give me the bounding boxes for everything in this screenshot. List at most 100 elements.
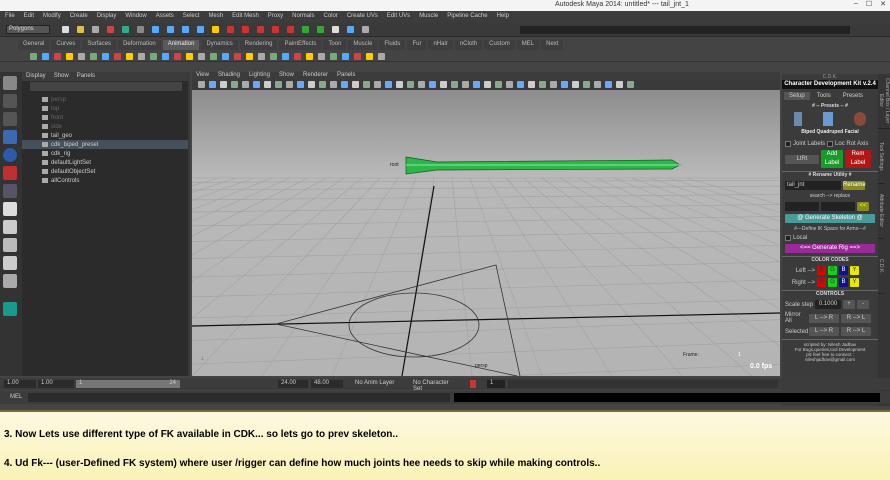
status-tool-icon[interactable] — [92, 26, 99, 33]
menu-normals[interactable]: Normals — [292, 13, 314, 21]
viewport-tool-icon[interactable] — [451, 81, 458, 88]
shelf-button-icon[interactable] — [150, 53, 157, 60]
shelf-button-icon[interactable] — [114, 53, 121, 60]
viewport-tool-icon[interactable] — [429, 81, 436, 88]
status-tool-icon[interactable] — [167, 26, 174, 33]
shelf-button-icon[interactable] — [294, 53, 301, 60]
menu-help[interactable]: Help — [497, 13, 509, 21]
quick-select-field[interactable] — [520, 26, 850, 34]
four-layout-icon[interactable] — [3, 220, 17, 234]
mirror-selected-l-to-r[interactable]: L --> R — [809, 327, 839, 336]
notepad-overlay[interactable]: 3. Now Lets use different type of FK ava… — [0, 410, 890, 480]
shelf-button-icon[interactable] — [222, 53, 229, 60]
paint-select-icon[interactable] — [3, 112, 17, 126]
left-color-y-button[interactable]: Y — [850, 266, 859, 275]
cdk-tab-setup[interactable]: Setup — [784, 92, 810, 100]
shelf-button-icon[interactable] — [30, 53, 37, 60]
shelf-button-icon[interactable] — [330, 53, 337, 60]
viewport-tool-icon[interactable] — [407, 81, 414, 88]
local-checkbox[interactable] — [785, 235, 791, 241]
menu-edit[interactable]: Edit — [24, 13, 34, 21]
viewport-menu-show[interactable]: Show — [279, 72, 294, 80]
viewport-tool-icon[interactable] — [506, 81, 513, 88]
viewport-tool-icon[interactable] — [495, 81, 502, 88]
viewport-menu-view[interactable]: View — [196, 72, 209, 80]
status-tool-icon[interactable] — [77, 26, 84, 33]
maximize-button[interactable]: ☐ — [866, 0, 872, 8]
viewport-tool-icon[interactable] — [462, 81, 469, 88]
close-button[interactable]: ✕ — [880, 0, 886, 8]
end-time-field[interactable]: 48.00 — [311, 380, 343, 388]
shelf-tab-ncloth[interactable]: nCloth — [454, 40, 483, 50]
mirror-all-r-to-l[interactable]: R --> L — [841, 313, 871, 323]
range-start-field[interactable]: 1.00 — [38, 380, 74, 388]
menu-create-uvs[interactable]: Create UVs — [347, 13, 378, 21]
shelf-button-icon[interactable] — [54, 53, 61, 60]
shelf-button-icon[interactable] — [174, 53, 181, 60]
shelf-button-icon[interactable] — [366, 53, 373, 60]
viewport-tool-icon[interactable] — [330, 81, 337, 88]
shelf-button-icon[interactable] — [210, 53, 217, 60]
replace-input[interactable] — [821, 202, 855, 211]
outliner-item[interactable]: persp — [22, 95, 188, 104]
outliner-item[interactable]: defaultLightSet — [22, 158, 188, 167]
status-tool-icon[interactable] — [332, 26, 339, 33]
menu-color[interactable]: Color — [323, 13, 337, 21]
add-label-button[interactable]: Add Label — [821, 150, 843, 168]
status-tool-icon[interactable] — [197, 26, 204, 33]
shelf-button-icon[interactable] — [186, 53, 193, 60]
shelf-button-icon[interactable] — [306, 53, 313, 60]
viewport-3d[interactable]: root ⊥ persp Frame: 1 0.0 fps — [0, 90, 890, 390]
scale-minus-button[interactable]: - — [857, 300, 870, 309]
viewport-tool-icon[interactable] — [363, 81, 370, 88]
status-tool-icon[interactable] — [212, 26, 219, 33]
viewport-tool-icon[interactable] — [231, 81, 238, 88]
generate-skeleton-button[interactable]: @ Generate Skeleton @ — [785, 214, 875, 223]
viewport-tool-icon[interactable] — [385, 81, 392, 88]
menu-file[interactable]: File — [5, 13, 15, 21]
status-tool-icon[interactable] — [302, 26, 309, 33]
shelf-button-icon[interactable] — [342, 53, 349, 60]
shelf-button-icon[interactable] — [138, 53, 145, 60]
menu-proxy[interactable]: Proxy — [268, 13, 283, 21]
persp-outliner-layout-icon[interactable] — [3, 256, 17, 270]
shelf-button-icon[interactable] — [102, 53, 109, 60]
outliner-item[interactable]: defaultObjectSet — [22, 167, 188, 176]
menu-edit-uvs[interactable]: Edit UVs — [387, 13, 410, 21]
outliner-menu-display[interactable]: Display — [26, 73, 46, 80]
viewport-tool-icon[interactable] — [418, 81, 425, 88]
shelf-tab-general[interactable]: General — [18, 40, 50, 50]
outliner-item[interactable]: top — [22, 104, 188, 113]
menu-mesh[interactable]: Mesh — [208, 13, 223, 21]
viewport-menu-renderer[interactable]: Renderer — [303, 72, 328, 80]
menu-create[interactable]: Create — [70, 13, 88, 21]
shelf-button-icon[interactable] — [126, 53, 133, 60]
viewport-tool-icon[interactable] — [275, 81, 282, 88]
viewport-tool-icon[interactable] — [627, 81, 634, 88]
graph-layout-icon[interactable] — [3, 274, 17, 288]
shelf-button-icon[interactable] — [270, 53, 277, 60]
outliner-item[interactable]: front — [22, 113, 188, 122]
search-input[interactable] — [785, 202, 819, 211]
status-tool-icon[interactable] — [362, 26, 369, 33]
viewport-tool-icon[interactable] — [319, 81, 326, 88]
right-color-b-button[interactable]: B — [839, 278, 848, 287]
maya-icon[interactable] — [3, 302, 17, 316]
rem-label-button[interactable]: Rem Label — [845, 150, 871, 168]
outliner-item[interactable]: side — [22, 122, 188, 131]
mirror-selected-r-to-l[interactable]: R --> L — [841, 327, 871, 336]
side-tab[interactable]: Tool Settings — [878, 129, 884, 184]
current-frame-field[interactable]: 1 — [487, 380, 505, 388]
viewport-tool-icon[interactable] — [528, 81, 535, 88]
shelf-tab-muscle[interactable]: Muscle — [348, 40, 378, 50]
viewport-tool-icon[interactable] — [297, 81, 304, 88]
shelf-tab-curves[interactable]: Curves — [51, 40, 81, 50]
shelf-tab-fluids[interactable]: Fluids — [379, 40, 406, 50]
status-tool-icon[interactable] — [122, 26, 129, 33]
viewport-tool-icon[interactable] — [605, 81, 612, 88]
scale-tool-icon[interactable] — [3, 166, 17, 180]
shelf-button-icon[interactable] — [318, 53, 325, 60]
viewport-tool-icon[interactable] — [583, 81, 590, 88]
shelf-button-icon[interactable] — [42, 53, 49, 60]
viewport-tool-icon[interactable] — [539, 81, 546, 88]
